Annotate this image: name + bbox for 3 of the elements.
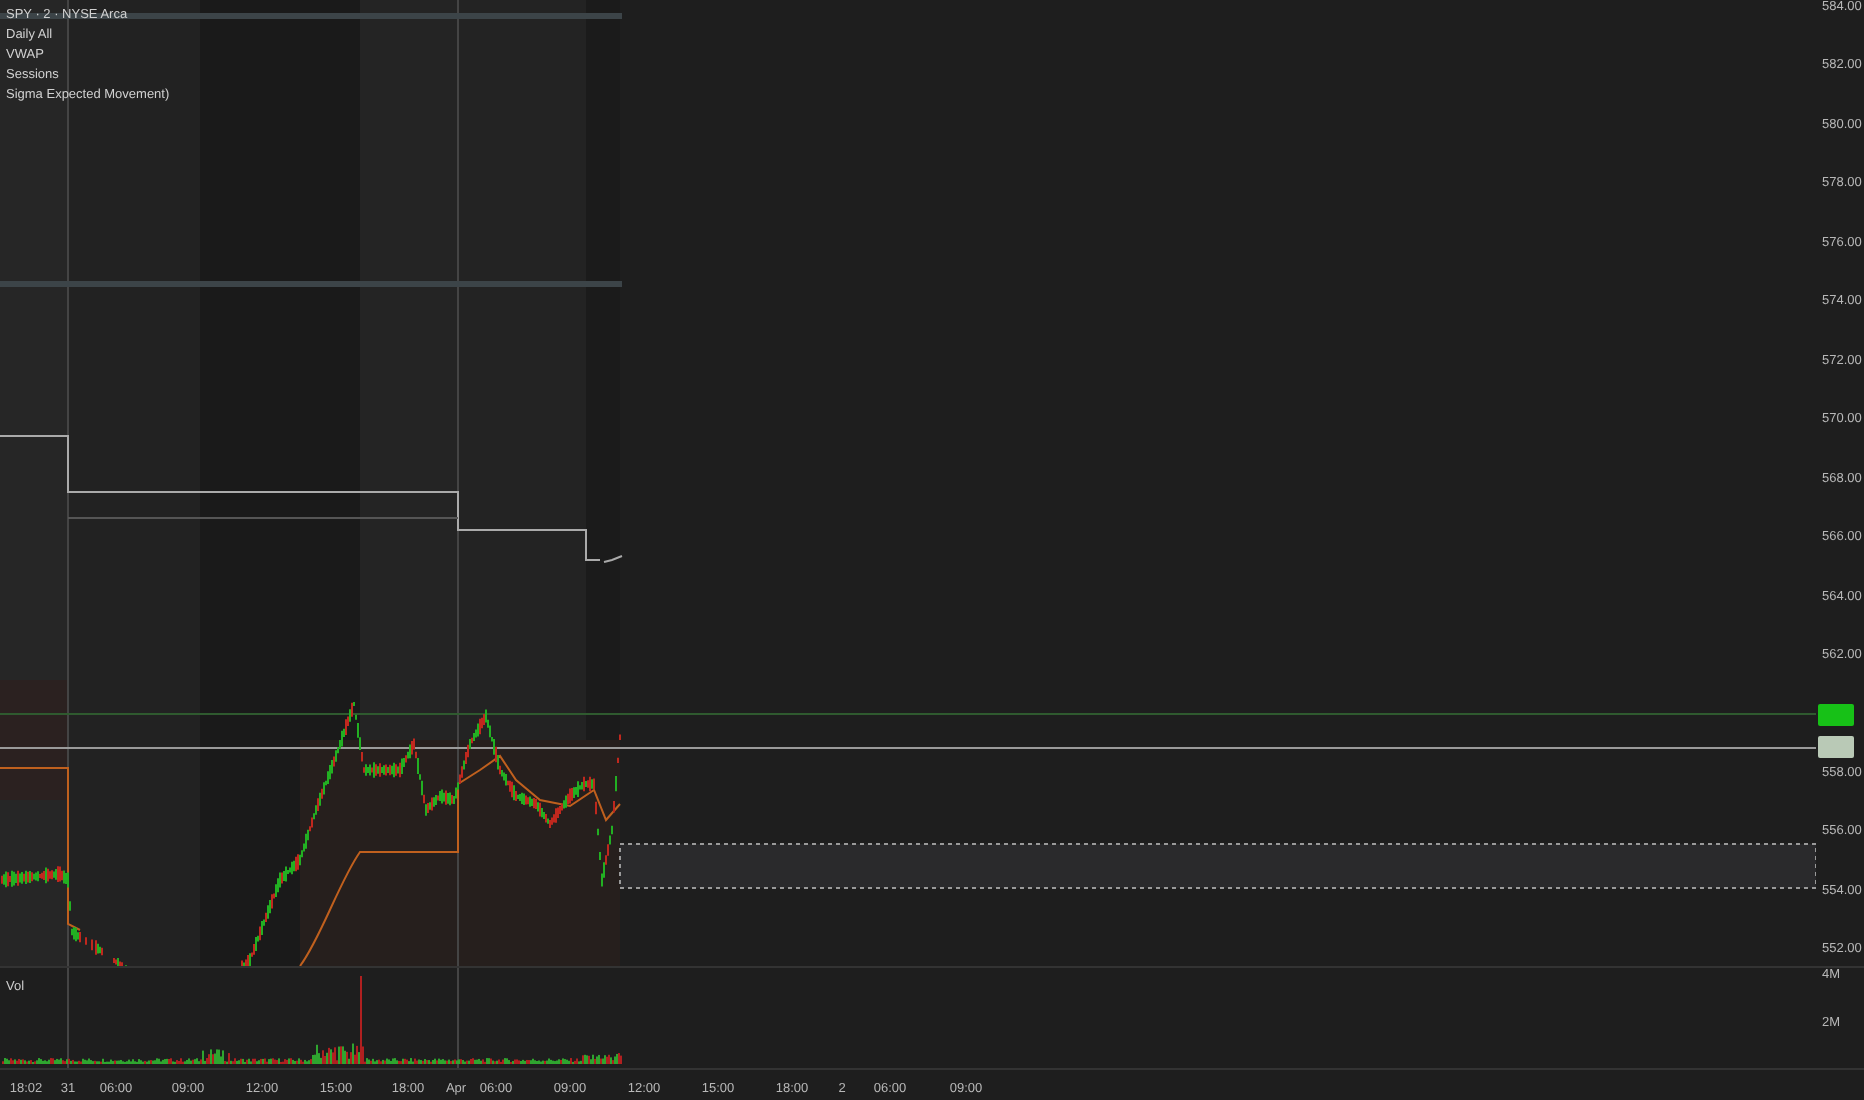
vwap-band (0, 680, 68, 800)
price-marker (1818, 704, 1854, 726)
price-marker (1818, 736, 1854, 758)
